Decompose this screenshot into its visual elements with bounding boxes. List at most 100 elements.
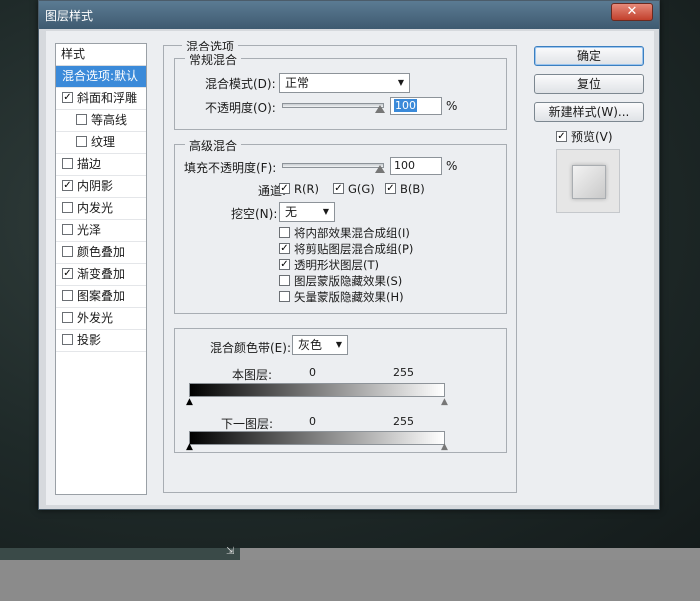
checkbox-icon[interactable] <box>76 114 87 125</box>
channel-r-checkbox[interactable]: R(R) <box>279 182 319 196</box>
opacity-value: 100 <box>394 99 417 112</box>
underlying-white-stop[interactable]: ▲ <box>440 443 449 452</box>
style-item-label: 光泽 <box>77 223 102 237</box>
advanced-option-label: 将剪贴图层混合成组(P) <box>294 242 414 256</box>
advanced-option-checkbox[interactable]: 将剪贴图层混合成组(P) <box>279 241 413 257</box>
style-item[interactable]: 纹理 <box>56 132 146 154</box>
ok-button[interactable]: 确定 <box>534 46 644 66</box>
dialog-title: 图层样式 <box>45 9 94 23</box>
blend-options-group: 混合选项 常规混合 混合模式(D): 正常 ▼ 不透明度(O): 100 % 高… <box>163 38 517 493</box>
fill-opacity-input[interactable]: 100 <box>390 157 442 175</box>
style-item-label: 斜面和浮雕 <box>77 91 138 105</box>
blend-if-group: 混合颜色带(E): 灰色 ▼ 本图层: 0 255 ▲ ▲ 下一图层: 0 25… <box>174 328 507 453</box>
advanced-option-label: 矢量蒙版隐藏效果(H) <box>294 290 404 304</box>
workspace-bottom <box>0 560 700 601</box>
this-layer-max: 255 <box>393 366 414 379</box>
opacity-slider-thumb[interactable] <box>375 105 385 113</box>
fill-opacity-slider[interactable] <box>282 163 385 173</box>
this-layer-white-stop[interactable]: ▲ <box>440 398 449 407</box>
style-item[interactable]: 内发光 <box>56 198 146 220</box>
checkbox-checked-icon[interactable] <box>62 92 73 103</box>
channel-b-label: B(B) <box>400 182 425 196</box>
checkbox-checked-icon[interactable] <box>62 268 73 279</box>
style-item-label: 投影 <box>77 333 102 347</box>
channel-g-checkbox[interactable]: G(G) <box>333 182 375 196</box>
style-item[interactable]: 等高线 <box>56 110 146 132</box>
styles-list: 样式 混合选项:默认斜面和浮雕等高线纹理描边内阴影内发光光泽颜色叠加渐变叠加图案… <box>55 43 147 495</box>
checkbox-icon[interactable] <box>62 334 73 345</box>
style-item[interactable]: 外发光 <box>56 308 146 330</box>
advanced-option-label: 透明形状图层(T) <box>294 258 379 272</box>
this-layer-gradient <box>189 383 445 397</box>
advanced-option-checkbox[interactable]: 透明形状图层(T) <box>279 257 379 273</box>
advanced-option-checkbox[interactable]: 矢量蒙版隐藏效果(H) <box>279 289 404 305</box>
opacity-label: 不透明度(O): <box>205 101 276 115</box>
fill-opacity-slider-thumb[interactable] <box>375 165 385 173</box>
new-style-button[interactable]: 新建样式(W)... <box>534 102 644 122</box>
preview-thumbnail <box>556 149 620 213</box>
preview-checkbox[interactable]: 预览(V) <box>556 128 613 145</box>
chevron-down-icon: ▼ <box>322 207 329 216</box>
checkbox-checked-icon[interactable] <box>62 180 73 191</box>
checkbox-icon <box>279 275 290 286</box>
style-item[interactable]: 颜色叠加 <box>56 242 146 264</box>
this-layer-min: 0 <box>309 366 316 379</box>
underlying-black-stop[interactable]: ▲ <box>185 443 194 452</box>
checkbox-icon[interactable] <box>62 158 73 169</box>
style-item-label: 外发光 <box>77 311 114 325</box>
preview-swatch <box>572 165 606 199</box>
underlying-layer-gradient <box>189 431 445 445</box>
chevron-down-icon: ▼ <box>335 340 342 349</box>
style-item-label: 纹理 <box>91 135 116 149</box>
canvas-strip: ⇲ <box>0 546 240 560</box>
blend-if-select[interactable]: 灰色 ▼ <box>292 335 348 355</box>
checkbox-checked-icon <box>279 183 290 194</box>
this-layer-label: 本图层: <box>232 368 273 382</box>
underlying-layer-label: 下一图层: <box>221 417 274 431</box>
style-item[interactable]: 投影 <box>56 330 146 352</box>
style-item[interactable]: 图案叠加 <box>56 286 146 308</box>
opacity-input[interactable]: 100 <box>390 97 442 115</box>
style-item-label: 内阴影 <box>77 179 114 193</box>
general-blending-title: 常规混合 <box>185 51 242 68</box>
reset-button[interactable]: 复位 <box>534 74 644 94</box>
dialog-body: 样式 混合选项:默认斜面和浮雕等高线纹理描边内阴影内发光光泽颜色叠加渐变叠加图案… <box>46 31 654 505</box>
blend-mode-select[interactable]: 正常 ▼ <box>279 73 410 93</box>
cursor-icon: ⇲ <box>226 546 235 557</box>
chevron-down-icon: ▼ <box>397 78 404 87</box>
advanced-option-checkbox[interactable]: 图层蒙版隐藏效果(S) <box>279 273 402 289</box>
blend-if-label: 混合颜色带(E): <box>208 339 293 356</box>
style-item[interactable]: 渐变叠加 <box>56 264 146 286</box>
style-item[interactable]: 内阴影 <box>56 176 146 198</box>
style-item[interactable]: 斜面和浮雕 <box>56 88 146 110</box>
style-item[interactable]: 混合选项:默认 <box>56 66 146 88</box>
advanced-option-checkbox[interactable]: 将内部效果混合成组(I) <box>279 225 410 241</box>
style-item-label: 颜色叠加 <box>77 245 126 259</box>
opacity-slider[interactable] <box>282 103 385 113</box>
checkbox-icon[interactable] <box>62 202 73 213</box>
checkbox-icon[interactable] <box>62 224 73 235</box>
knockout-value: 无 <box>285 205 298 219</box>
opacity-unit: % <box>446 99 458 113</box>
styles-header[interactable]: 样式 <box>56 44 146 66</box>
style-item-label: 描边 <box>77 157 102 171</box>
title-bar[interactable]: 图层样式 ✕ <box>39 1 659 29</box>
fill-opacity-unit: % <box>446 159 458 173</box>
checkbox-icon[interactable] <box>76 136 87 147</box>
checkbox-icon <box>279 227 290 238</box>
this-layer-black-stop[interactable]: ▲ <box>185 398 194 407</box>
checkbox-icon <box>279 291 290 302</box>
underlying-layer-max: 255 <box>393 415 414 428</box>
channel-g-label: G(G) <box>348 182 375 196</box>
style-item-label: 内发光 <box>77 201 114 215</box>
checkbox-icon[interactable] <box>62 312 73 323</box>
checkbox-icon[interactable] <box>62 290 73 301</box>
style-item-label: 渐变叠加 <box>77 267 126 281</box>
underlying-layer-min: 0 <box>309 415 316 428</box>
style-item[interactable]: 描边 <box>56 154 146 176</box>
channel-b-checkbox[interactable]: B(B) <box>385 182 425 196</box>
close-button[interactable]: ✕ <box>611 3 653 21</box>
style-item[interactable]: 光泽 <box>56 220 146 242</box>
knockout-select[interactable]: 无 ▼ <box>279 202 335 222</box>
checkbox-icon[interactable] <box>62 246 73 257</box>
